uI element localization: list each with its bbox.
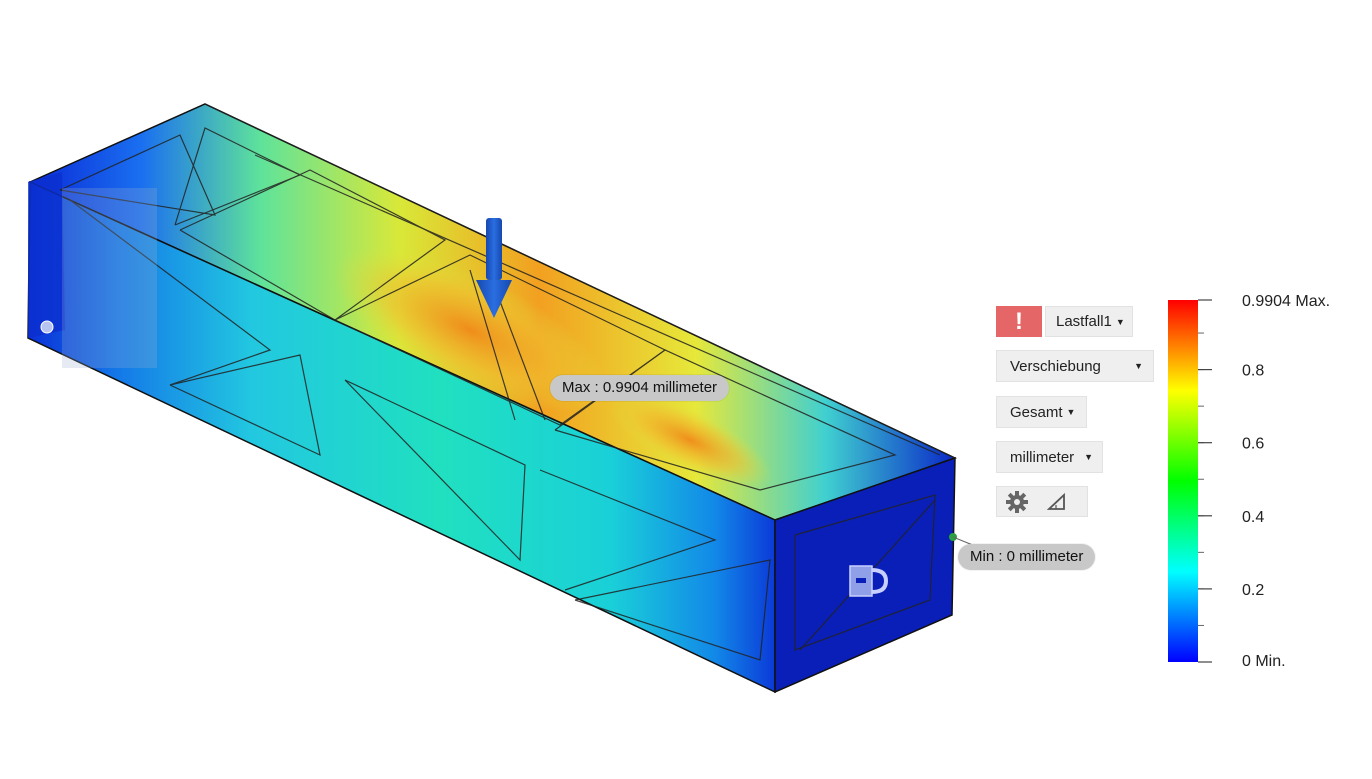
legend-tick-label: 0.6 [1242,436,1264,453]
legend-tick-label: 0.4 [1242,509,1264,526]
warning-button[interactable]: ! [996,306,1042,337]
min-probe-label[interactable]: Min : 0 millimeter [958,544,1096,570]
component-dropdown[interactable]: Gesamt ▼ [996,396,1087,428]
legend-tick-label: 0.8 [1242,363,1264,380]
unit-label: millimeter [1010,448,1075,466]
legend-min-label: 0 Min. [1242,653,1286,670]
legend-color-bar [1168,300,1198,662]
triangle-ruler-icon [1047,492,1065,510]
beam-left-cap [28,172,65,338]
load-case-dropdown[interactable]: Lastfall1 ▼ [1045,306,1133,337]
legend-tick-label: 0.2 [1242,582,1264,599]
gear-icon [1006,490,1028,513]
color-legend: 0.8 0.6 0.4 0.2 0.9904 Max. 0 Min. [1168,293,1330,670]
settings-button[interactable] [997,487,1037,516]
legend-max-label: 0.9904 Max. [1242,293,1330,310]
result-type-dropdown[interactable]: Verschiebung ▼ [996,350,1154,382]
beam-model [27,103,957,694]
legend-ticks: 0.8 0.6 0.4 0.2 [1198,299,1264,663]
component-label: Gesamt [1010,403,1063,421]
chevron-down-icon: ▼ [1084,452,1094,462]
left-origin-marker [40,320,54,334]
probe-button[interactable] [1037,487,1077,516]
chevron-down-icon: ▼ [1066,407,1076,417]
left-support-panel [62,188,157,368]
unit-dropdown[interactable]: millimeter ▼ [996,441,1103,473]
chevron-down-icon: ▼ [1115,316,1125,327]
legend-tools [996,486,1088,517]
result-type-label: Verschiebung [1010,357,1101,375]
load-case-label: Lastfall1 [1056,313,1112,330]
max-probe-label[interactable]: Max : 0.9904 millimeter [550,375,730,401]
chevron-down-icon: ▼ [1134,361,1143,371]
warning-icon: ! [1015,307,1023,335]
